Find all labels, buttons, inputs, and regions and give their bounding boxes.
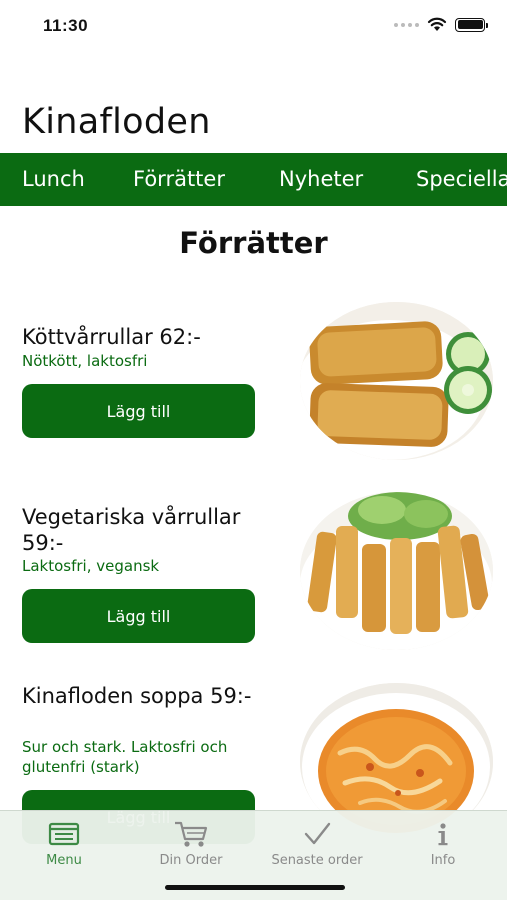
item-description: Nötkött, laktosfri xyxy=(22,352,148,370)
tab-din-order[interactable]: Din Order xyxy=(136,819,246,868)
spring-rolls-meat-image xyxy=(300,302,493,460)
tab-label: Senaste order xyxy=(271,853,363,868)
spring-rolls-vegetarian-image xyxy=(300,492,493,650)
tab-senaste-order[interactable]: Senaste order xyxy=(262,819,372,868)
home-indicator xyxy=(165,885,345,890)
item-description: Sur och stark. Laktosfri och glutenfri (… xyxy=(22,738,228,776)
app-title: Kinafloden xyxy=(22,102,211,142)
info-icon xyxy=(438,823,448,846)
checkmark-icon xyxy=(304,822,331,845)
battery-icon xyxy=(455,17,488,32)
category-tab-nyheter[interactable]: Nyheter xyxy=(279,167,363,191)
tab-label: Din Order xyxy=(159,853,223,868)
category-tab-speciella[interactable]: Speciella xyxy=(416,167,507,191)
status-icons xyxy=(394,17,488,32)
status-time: 11:30 xyxy=(43,16,89,35)
add-to-order-button[interactable]: Lägg till xyxy=(22,589,255,643)
category-tab-forratter[interactable]: Förrätter xyxy=(133,167,225,191)
item-name: Kinafloden soppa 59:- xyxy=(22,684,252,708)
item-description: Laktosfri, vegansk xyxy=(22,557,160,575)
item-name: Vegetariska vårrullar 59:- xyxy=(22,505,241,555)
section-title: Förrätter xyxy=(179,226,328,260)
cellular-signal-icon xyxy=(394,22,419,27)
item-name: Köttvårrullar 62:- xyxy=(22,325,201,349)
cart-icon xyxy=(175,821,208,847)
tab-label: Info xyxy=(430,853,456,868)
tab-label: Menu xyxy=(46,853,82,868)
menu-list-icon xyxy=(48,822,80,846)
category-tab-lunch[interactable]: Lunch xyxy=(22,167,85,191)
tab-menu[interactable]: Menu xyxy=(9,819,119,868)
tab-info[interactable]: Info xyxy=(388,819,498,868)
add-to-order-button[interactable]: Lägg till xyxy=(22,384,255,438)
status-bar: 11:30 xyxy=(0,0,507,52)
wifi-icon xyxy=(427,17,447,31)
category-nav[interactable]: Lunch Förrätter Nyheter Speciella xyxy=(0,153,507,206)
